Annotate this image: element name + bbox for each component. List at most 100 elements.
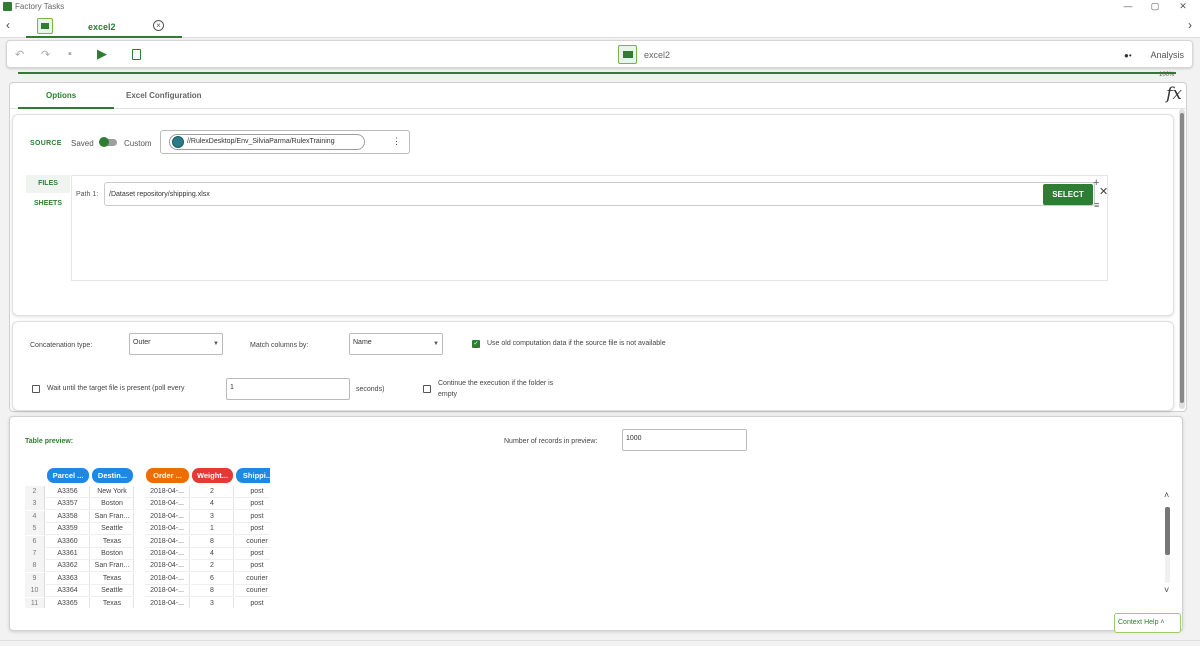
- column-header[interactable]: Destin...: [92, 468, 133, 483]
- concatenation-value: Outer: [133, 339, 151, 346]
- row-number: 6: [25, 535, 45, 548]
- analysis-button[interactable]: Analysis: [1150, 50, 1184, 60]
- side-tab-sheets[interactable]: SHEETS: [26, 195, 70, 213]
- table-row[interactable]: 11 A3365 Texas 2018-04-... 3 post: [25, 597, 270, 608]
- table-cell: New York: [91, 486, 134, 498]
- path-1-value: /Dataset repository/shipping.xlsx: [109, 191, 210, 198]
- table-cell: Boston: [91, 498, 134, 511]
- table-cell: 2018-04-...: [145, 560, 190, 573]
- tab-options[interactable]: Options: [46, 91, 76, 100]
- fx-icon[interactable]: fx: [1166, 84, 1182, 104]
- table-cell: courier: [235, 573, 270, 585]
- table-cell: post: [235, 523, 270, 536]
- table-cell: Seattle: [91, 585, 134, 598]
- row-number: 2: [25, 486, 45, 498]
- concatenation-type-select[interactable]: Outer ▼: [129, 333, 223, 355]
- chevron-down-icon: ▼: [433, 341, 439, 347]
- table-row[interactable]: 7 A3361 Boston 2018-04-... 4 post: [25, 548, 270, 560]
- match-columns-select[interactable]: Name ▼: [349, 333, 443, 355]
- source-path-chip[interactable]: //RulexDesktop/Env_SilviaParma/RulexTrai…: [169, 134, 365, 150]
- files-panel: Path 1: /Dataset repository/shipping.xls…: [71, 175, 1108, 281]
- toolbar: ↶ ↷ ▪ ▶ excel2 ●• Analysis: [6, 40, 1193, 68]
- run-icon[interactable]: ▶: [97, 46, 107, 62]
- table-cell: post: [235, 548, 270, 560]
- table-cell: 4: [191, 548, 234, 560]
- table-row[interactable]: 6 A3360 Texas 2018-04-... 8 courier: [25, 535, 270, 548]
- close-window-button[interactable]: ✕: [1168, 0, 1198, 14]
- side-tab-files[interactable]: FILES: [26, 175, 70, 193]
- excel-task-icon: [618, 45, 637, 64]
- table-cell: 2018-04-...: [145, 486, 190, 498]
- continue-execution-checkbox[interactable]: [423, 385, 431, 393]
- table-cell: 3: [191, 597, 234, 608]
- table-row[interactable]: 4 A3358 San Fran... 2018-04-... 3 post: [25, 510, 270, 523]
- table-cell: A3362: [46, 560, 90, 573]
- source-path-field[interactable]: //RulexDesktop/Env_SilviaParma/RulexTrai…: [160, 130, 410, 154]
- progress-label: 100%: [1159, 72, 1175, 78]
- table-row[interactable]: 8 A3362 San Fran... 2018-04-... 2 post: [25, 560, 270, 573]
- row-number: 5: [25, 523, 45, 536]
- table-cell: Texas: [91, 535, 134, 548]
- source-toggle[interactable]: [99, 137, 117, 147]
- select-button[interactable]: SELECT: [1043, 184, 1093, 205]
- subtab-bar: Options Excel Configuration fx: [10, 83, 1186, 109]
- table-row[interactable]: 5 A3359 Seattle 2018-04-... 1 post: [25, 523, 270, 536]
- row-number: 4: [25, 510, 45, 523]
- column-header[interactable]: Shippi...: [236, 468, 270, 483]
- restore-button[interactable]: ▢: [1140, 0, 1170, 14]
- table-row[interactable]: 10 A3364 Seattle 2018-04-... 8 courier: [25, 585, 270, 598]
- source-label: SOURCE: [30, 140, 62, 147]
- column-header[interactable]: Parcel ...: [47, 468, 89, 483]
- tab-excel2[interactable]: excel2 ×: [26, 16, 182, 38]
- table-row[interactable]: 3 A3357 Boston 2018-04-... 4 post: [25, 498, 270, 511]
- concatenation-card: Concatenation type: Outer ▼ Match column…: [12, 321, 1174, 411]
- table-cell: 8: [191, 535, 234, 548]
- add-path-icon[interactable]: +: [1093, 177, 1099, 189]
- use-old-data-checkbox[interactable]: ✓: [472, 340, 480, 348]
- wait-target-label: Wait until the target file is present (p…: [47, 385, 185, 392]
- table-cell: 2018-04-...: [145, 597, 190, 608]
- tab-scroll-left-icon[interactable]: ‹: [6, 18, 10, 32]
- scroll-up-icon[interactable]: ˄: [1164, 490, 1169, 500]
- table-scroll-thumb[interactable]: [1165, 507, 1170, 555]
- tab-close-icon[interactable]: ×: [153, 20, 164, 31]
- panel-scrollbar[interactable]: [1179, 109, 1185, 409]
- table-cell: A3361: [46, 548, 90, 560]
- redo-icon[interactable]: ↷: [41, 48, 50, 61]
- records-input[interactable]: 1000: [622, 429, 747, 451]
- tab-scroll-right-icon[interactable]: ›: [1188, 18, 1192, 32]
- table-row[interactable]: 2 A3356 New York 2018-04-... 2 post: [25, 486, 270, 498]
- table-row[interactable]: 9 A3363 Texas 2018-04-... 6 courier: [25, 572, 270, 585]
- environment-icon: [172, 136, 184, 148]
- list-icon[interactable]: ≡: [1094, 200, 1099, 210]
- document-icon[interactable]: [132, 49, 141, 60]
- saved-label: Saved: [71, 139, 94, 148]
- scroll-down-icon[interactable]: ˅: [1164, 585, 1169, 595]
- undo-icon[interactable]: ↶: [15, 48, 24, 61]
- task-name: excel2: [644, 50, 671, 60]
- poll-seconds-value: 1: [230, 384, 234, 391]
- table-cell: courier: [235, 536, 270, 548]
- poll-seconds-input[interactable]: 1: [226, 378, 350, 400]
- row-number: 10: [25, 585, 45, 598]
- clear-path-icon[interactable]: ✕: [1099, 185, 1108, 198]
- wait-target-checkbox[interactable]: [32, 385, 40, 393]
- context-help-button[interactable]: Context Help ˄: [1114, 613, 1181, 633]
- table-cell: 2: [191, 560, 234, 573]
- table-cell: courier: [235, 585, 270, 598]
- analysis-icon[interactable]: ●•: [1124, 52, 1134, 60]
- table-cell: A3359: [46, 523, 90, 536]
- tab-excel-configuration[interactable]: Excel Configuration: [126, 91, 202, 100]
- minimize-button[interactable]: —: [1113, 0, 1143, 14]
- table-preview-title: Table preview:: [25, 438, 74, 445]
- column-header[interactable]: Weight...: [192, 468, 233, 483]
- column-header[interactable]: Order ...: [146, 468, 189, 483]
- path-1-input[interactable]: /Dataset repository/shipping.xlsx SELECT…: [104, 182, 1108, 206]
- tab-label: excel2: [88, 22, 116, 32]
- table-cell: A3358: [46, 510, 90, 523]
- table-cell: 2018-04-...: [145, 548, 190, 560]
- table-cell: post: [235, 498, 270, 511]
- save-icon[interactable]: ▪: [68, 48, 72, 60]
- concatenation-label: Concatenation type:: [30, 342, 93, 349]
- more-options-icon[interactable]: ⋮: [392, 136, 401, 147]
